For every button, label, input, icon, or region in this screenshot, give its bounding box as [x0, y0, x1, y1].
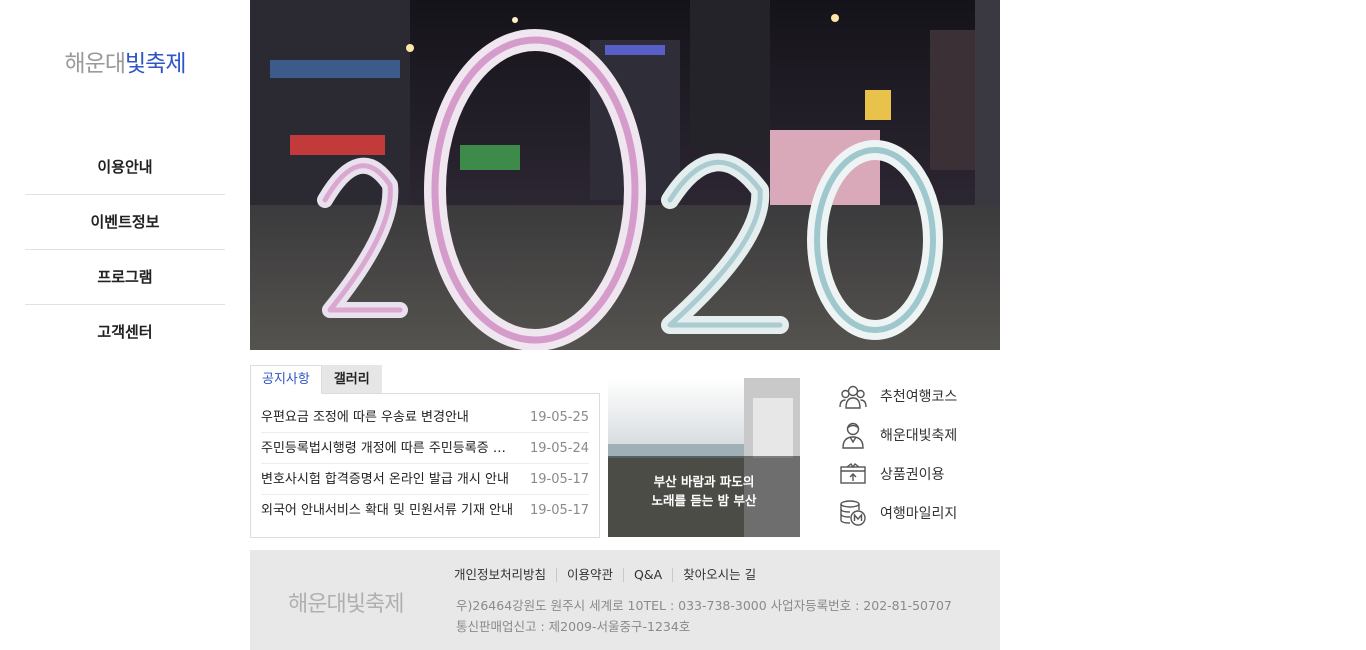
promo-caption-line2: 노래를 듣는 밤 부산	[651, 493, 757, 508]
notice-date: 19-05-17	[529, 503, 589, 518]
quick-link-mileage[interactable]: 여행마일리지	[838, 493, 998, 532]
footer-link-qna[interactable]: Q&A	[623, 568, 672, 582]
hero-illustration	[250, 0, 1000, 350]
gift-voucher-icon	[840, 462, 866, 484]
footer: 해운대빛축제 개인정보처리방침 이용약관 Q&A 찾아오시는 길 우)26464…	[250, 550, 1000, 650]
footer-address: 우)26464강원도 원주시 세계로 10TEL : 033-738-3000 …	[456, 595, 952, 637]
notice-date: 19-05-24	[529, 441, 589, 456]
board-tabs: 공지사항 갤러리	[250, 365, 382, 394]
footer-address-line2: 통신판매업신고 : 제2009-서울중구-1234호	[456, 619, 691, 634]
notice-row[interactable]: 외국어 안내서비스 확대 및 민원서류 기재 안내 19-05-17	[261, 495, 589, 526]
person-icon	[842, 422, 864, 449]
promo-card[interactable]: 부산 바람과 파도의 노래를 듣는 밤 부산	[608, 378, 800, 537]
quick-link-festival[interactable]: 해운대빛축제	[838, 415, 998, 454]
notice-row[interactable]: 변호사시험 합격증명서 온라인 발급 개시 안내 19-05-17	[261, 464, 589, 495]
notice-title[interactable]: 외국어 안내서비스 확대 및 민원서류 기재 안내	[261, 495, 516, 526]
promo-caption: 부산 바람과 파도의 노래를 듣는 밤 부산	[608, 472, 800, 510]
site-logo[interactable]: 해운대빛축제	[0, 44, 250, 78]
coin-stack-icon	[840, 499, 866, 526]
quick-link-label: 해운대빛축제	[880, 427, 958, 444]
notice-row[interactable]: 우편요금 조정에 따른 우송료 변경안내 19-05-25	[261, 402, 589, 433]
nav-item-events[interactable]: 이벤트정보	[25, 195, 225, 250]
notice-date: 19-05-25	[529, 410, 589, 425]
quick-link-label: 추천여행코스	[880, 388, 958, 405]
footer-links: 개인정보처리방침 이용약관 Q&A 찾아오시는 길	[454, 568, 766, 582]
promo-beach-image	[608, 378, 800, 537]
tab-gallery[interactable]: 갤러리	[321, 365, 382, 394]
quick-link-label: 여행마일리지	[880, 505, 958, 522]
promo-caption-line1: 부산 바람과 파도의	[653, 474, 755, 489]
notice-title[interactable]: 우편요금 조정에 따른 우송료 변경안내	[261, 402, 516, 432]
notice-title[interactable]: 주민등록법시행령 개정에 따른 주민등록증 발급 안내	[261, 433, 516, 463]
notice-title[interactable]: 변호사시험 합격증명서 온라인 발급 개시 안내	[261, 464, 516, 494]
logo-text-blue: 빛축제	[125, 51, 186, 77]
logo-text-gray: 해운대	[64, 51, 126, 77]
quick-link-voucher[interactable]: 상품권이용	[838, 454, 998, 493]
sidebar: 해운대빛축제 이용안내 이벤트정보 프로그램 고객센터	[0, 0, 250, 650]
notice-board: 공지사항 갤러리 우편요금 조정에 따른 우송료 변경안내 19-05-25 주…	[250, 365, 600, 538]
page: 해운대빛축제 이용안내 이벤트정보 프로그램 고객센터 공지사항 갤러리 우편요…	[0, 0, 1366, 650]
quick-link-travel-course[interactable]: 추천여행코스	[838, 376, 998, 415]
footer-logo: 해운대빛축제	[288, 592, 404, 617]
footer-link-terms[interactable]: 이용약관	[556, 568, 623, 582]
nav-item-programs[interactable]: 프로그램	[25, 250, 225, 305]
nav-item-guide[interactable]: 이용안내	[25, 140, 225, 195]
quick-links: 추천여행코스 해운대빛축제 상품권이용 여행마일리지	[838, 376, 998, 532]
footer-address-line1: 우)26464강원도 원주시 세계로 10TEL : 033-738-3000 …	[456, 598, 952, 613]
main-nav: 이용안내 이벤트정보 프로그램 고객센터	[25, 140, 225, 360]
notice-date: 19-05-17	[529, 472, 589, 487]
notice-row[interactable]: 주민등록법시행령 개정에 따른 주민등록증 발급 안내 19-05-24	[261, 433, 589, 464]
tab-notices[interactable]: 공지사항	[250, 365, 322, 394]
people-group-icon	[839, 385, 867, 409]
footer-link-directions[interactable]: 찾아오시는 길	[672, 568, 766, 582]
hero-banner-image	[250, 0, 1000, 350]
footer-link-privacy[interactable]: 개인정보처리방침	[454, 568, 556, 582]
nav-item-customer-center[interactable]: 고객센터	[25, 305, 225, 360]
notice-list: 우편요금 조정에 따른 우송료 변경안내 19-05-25 주민등록법시행령 개…	[250, 393, 600, 538]
quick-link-label: 상품권이용	[880, 466, 945, 483]
